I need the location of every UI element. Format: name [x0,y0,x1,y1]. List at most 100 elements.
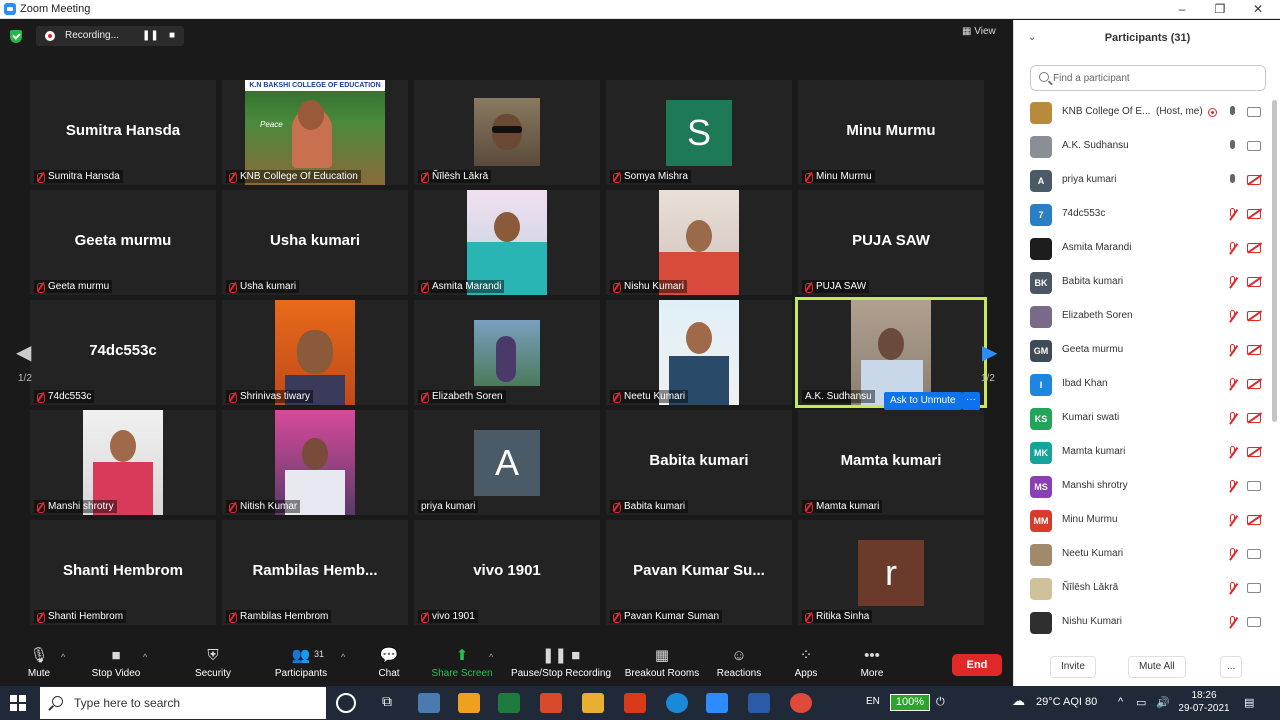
video-off-icon[interactable] [1247,413,1261,423]
photos-app-icon[interactable] [418,693,440,713]
video-off-icon[interactable] [1247,175,1261,185]
video-tile[interactable]: Asmita Marandi [414,190,600,295]
video-tile[interactable]: Shanti Hembrom Shanti Hembrom [30,520,216,625]
windows-start-icon[interactable] [10,695,26,711]
microphone-muted-icon[interactable] [1227,616,1239,630]
previous-page-arrow-icon[interactable]: ◀ [16,340,31,365]
video-off-icon[interactable] [1247,515,1261,525]
stop-recording-button[interactable]: ■ [165,29,179,43]
participant-search-input[interactable] [1053,70,1258,86]
video-tile[interactable]: Geeta murmu Geeta murmu [30,190,216,295]
video-tile[interactable]: Nitish Kumar [222,410,408,515]
video-off-icon[interactable] [1247,345,1261,355]
audio-options-caret-icon[interactable]: ^ [61,652,65,662]
weather-label[interactable]: 29°C AQI 80 [1036,696,1097,708]
participant-row[interactable]: Nishu Kumari [1014,606,1272,640]
word-app-icon[interactable] [748,693,770,713]
video-tile[interactable]: Nishu Kumari [606,190,792,295]
video-tile[interactable]: Rambilas Hemb... Rambilas Hembrom [222,520,408,625]
video-tile[interactable]: 74dc553c 74dc553c [30,300,216,405]
microphone-muted-icon[interactable] [1227,514,1239,528]
participant-row[interactable]: Asmita Marandi [1014,232,1272,266]
video-off-icon[interactable] [1247,379,1261,389]
tray-overflow-caret-icon[interactable]: ^ [1118,696,1123,708]
mute-all-button[interactable]: Mute All [1128,656,1186,678]
microphone-muted-icon[interactable] [1227,378,1239,392]
edge-browser-icon[interactable] [666,693,688,713]
mute-button[interactable]: 🎙 Mute [20,638,58,686]
microphone-muted-icon[interactable] [1227,310,1239,324]
participant-row[interactable]: BK Babita kumari [1014,266,1272,300]
participant-search-box[interactable] [1030,65,1266,91]
video-off-icon[interactable] [1247,277,1261,287]
participant-row[interactable]: KNB College Of E... (Host, me) [1014,96,1272,130]
video-tile[interactable]: Neetu Kumari [606,300,792,405]
microphone-muted-icon[interactable] [1227,242,1239,256]
share-options-caret-icon[interactable]: ^ [489,652,493,662]
video-options-caret-icon[interactable]: ^ [143,652,147,662]
video-tile[interactable]: S Somya Mishra [606,80,792,185]
participant-row[interactable]: GM Geeta murmu [1014,334,1272,368]
battery-indicator[interactable]: 100% [890,694,930,711]
cortana-icon[interactable] [336,693,356,713]
video-tile[interactable]: Sumitra Hansda Sumitra Hansda [30,80,216,185]
minimize-button[interactable]: – [1162,0,1202,19]
participant-row[interactable]: MS Manshi shrotry [1014,470,1272,504]
pause-stop-recording-button[interactable]: ❚❚ ■ Pause/Stop Recording [508,638,614,686]
video-tile[interactable]: Elizabeth Soren [414,300,600,405]
video-tile[interactable]: PUJA SAW PUJA SAW [798,190,984,295]
end-meeting-button[interactable]: End [952,654,1002,676]
video-camera-icon[interactable] [1247,481,1261,491]
zoom-taskbar-icon[interactable] [706,693,728,713]
taskbar-clock[interactable]: 18:26 29-07-2021 [1176,689,1232,715]
store-app-icon[interactable] [458,693,480,713]
microphone-muted-icon[interactable] [1227,412,1239,426]
maximize-button[interactable]: ❐ [1200,0,1240,19]
video-tile[interactable]: r Ritika Sinha [798,520,984,625]
video-tile[interactable]: Manshi shrotry [30,410,216,515]
participant-row[interactable]: KS Kumari swati [1014,402,1272,436]
video-tile[interactable]: Mamta kumari Mamta kumari [798,410,984,515]
pause-recording-button[interactable]: ❚❚ [142,29,159,43]
view-button[interactable]: ▦ View [962,26,996,37]
video-off-icon[interactable] [1247,311,1261,321]
security-shield-icon[interactable] [10,30,22,43]
office-app-icon[interactable] [624,693,646,713]
participant-row[interactable]: 7 74dc553c [1014,198,1272,232]
video-off-icon[interactable] [1247,243,1261,253]
microphone-muted-icon[interactable] [1227,480,1239,494]
chat-button[interactable]: 💬 Chat [372,638,406,686]
microphone-muted-icon[interactable] [1227,446,1239,460]
video-tile[interactable]: Minu Murmu Minu Murmu [798,80,984,185]
taskbar-search-box[interactable]: Type here to search [40,687,326,719]
video-camera-icon[interactable] [1247,583,1261,593]
stop-video-button[interactable]: ■ Stop Video [86,638,146,686]
network-icon[interactable]: ▭ [1136,696,1146,709]
excel-app-icon[interactable] [498,693,520,713]
video-camera-icon[interactable] [1247,107,1261,117]
volume-icon[interactable]: 🔊 [1156,696,1170,709]
video-camera-icon[interactable] [1247,617,1261,627]
video-off-icon[interactable] [1247,209,1261,219]
security-button[interactable]: ⛨ Security [190,638,236,686]
video-camera-icon[interactable] [1247,141,1261,151]
microphone-icon[interactable] [1227,106,1239,120]
video-camera-icon[interactable] [1247,549,1261,559]
share-screen-button[interactable]: ⬆ Share Screen [430,638,494,686]
microphone-muted-icon[interactable] [1227,582,1239,596]
reactions-button[interactable]: ☺ Reactions [714,638,764,686]
pdf-app-icon[interactable] [540,693,562,713]
participant-row[interactable]: Ñīlēsh Lākrā [1014,572,1272,606]
video-tile[interactable]: A priya kumari [414,410,600,515]
more-button[interactable]: ••• More [856,638,888,686]
participant-row[interactable]: A.K. Sudhansu [1014,130,1272,164]
participant-row[interactable]: Neetu Kumari [1014,538,1272,572]
microphone-icon[interactable] [1227,140,1239,154]
chrome-browser-icon[interactable] [790,693,812,713]
participant-list-scrollbar[interactable] [1272,100,1277,422]
video-tile[interactable]: Babita kumari Babita kumari [606,410,792,515]
video-tile[interactable]: K.N BAKSHI COLLEGE OF EDUCATION Peace KN… [222,80,408,185]
language-indicator[interactable]: EN [866,696,880,707]
notifications-icon[interactable]: ▤ [1244,696,1254,709]
participants-button[interactable]: 👥 Participants [270,638,332,686]
